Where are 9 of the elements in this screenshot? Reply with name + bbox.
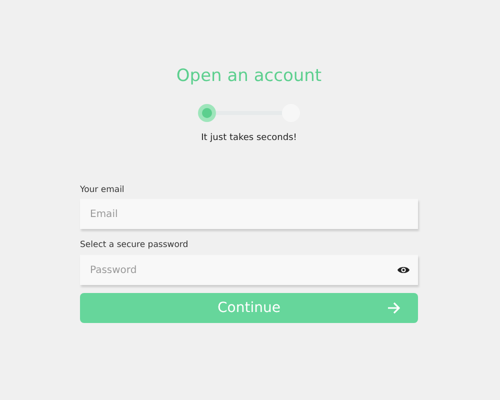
- subtitle: It just takes seconds!: [200, 132, 298, 145]
- continue-button[interactable]: Continue: [80, 293, 418, 323]
- arrow-right-icon: [387, 302, 400, 314]
- password-field[interactable]: Password: [80, 255, 418, 285]
- email-field[interactable]: Email: [80, 199, 418, 230]
- show-password-icon[interactable]: [397, 265, 410, 275]
- field-label: Your email: [80, 184, 126, 196]
- page-title: Open an account: [175, 65, 323, 88]
- field-label: Select a secure password: [80, 239, 190, 252]
